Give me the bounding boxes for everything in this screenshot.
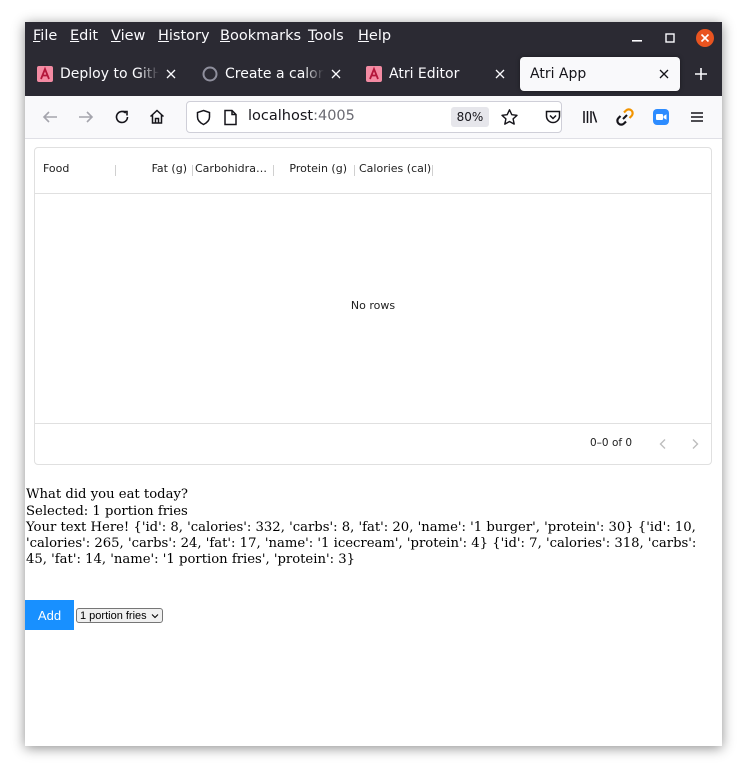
tab-strip: Deploy to GitHub Create a calorie: [25, 54, 722, 96]
window-close-icon[interactable]: [693, 22, 717, 54]
forward-arrow-icon[interactable]: [72, 103, 100, 131]
pocket-icon[interactable]: [539, 103, 567, 131]
navigation-toolbar: localhost:4005 80%: [25, 96, 722, 139]
link-extension-icon[interactable]: [611, 103, 639, 131]
shield-icon[interactable]: [195, 109, 212, 130]
tab-label: Atri Editor: [389, 66, 460, 82]
home-icon[interactable]: [143, 103, 171, 131]
atri-logo-icon: [37, 66, 53, 82]
maximize-icon[interactable]: [658, 22, 682, 54]
menu-help[interactable]: Help: [358, 28, 391, 44]
column-separator[interactable]: [273, 165, 274, 176]
menu-bookmarks[interactable]: Bookmarks: [220, 28, 301, 44]
add-button[interactable]: Add: [25, 600, 74, 630]
tab-close-icon[interactable]: [159, 62, 183, 86]
zoom-meeting-icon[interactable]: [647, 103, 675, 131]
atri-logo-icon: [366, 66, 382, 82]
column-separator[interactable]: [192, 165, 193, 176]
tab-label: Create a calorie: [225, 66, 324, 82]
grid-footer: 0–0 of 0: [35, 423, 711, 466]
github-icon: [202, 66, 218, 82]
reload-icon[interactable]: [108, 103, 136, 131]
url-bar[interactable]: localhost:4005 80%: [186, 101, 562, 133]
food-select-value: 1 portion fries: [80, 609, 147, 622]
tab-label: Deploy to GitHub: [60, 66, 159, 82]
tab-close-icon[interactable]: [324, 62, 348, 86]
minimize-icon[interactable]: [625, 22, 649, 54]
menu-history[interactable]: History: [158, 28, 210, 44]
tab-atri-editor[interactable]: Atri Editor: [356, 57, 516, 91]
column-header-carbohydrates[interactable]: Carbohidrates (g): [195, 162, 269, 175]
chevron-down-icon: [151, 613, 159, 619]
pagination-range: 0–0 of 0: [590, 437, 633, 449]
page-content: Food Fat (g) Carbohidrates (g) Protein (…: [25, 139, 722, 746]
new-tab-icon[interactable]: [689, 62, 713, 86]
zoom-level-badge[interactable]: 80%: [451, 107, 489, 127]
no-rows-message: No rows: [350, 299, 396, 312]
next-page-icon[interactable]: [685, 434, 705, 454]
menu-file[interactable]: File: [33, 28, 57, 44]
tab-close-icon[interactable]: [652, 62, 676, 86]
bookmark-star-icon[interactable]: [500, 108, 519, 131]
grid-header: Food Fat (g) Carbohidrates (g) Protein (…: [35, 148, 711, 194]
food-data-grid: Food Fat (g) Carbohidrates (g) Protein (…: [34, 147, 712, 465]
selected-text: Selected: 1 portion fries: [26, 504, 188, 519]
column-header-fat[interactable]: Fat (g): [121, 162, 187, 175]
page-icon[interactable]: [223, 109, 238, 130]
column-header-protein[interactable]: Protein (g): [279, 162, 347, 175]
column-header-calories[interactable]: Calories (cal): [359, 162, 433, 175]
menu-tools[interactable]: Tools: [308, 28, 344, 44]
column-separator[interactable]: [432, 165, 433, 176]
food-dump-text: Your text Here! {'id': 8, 'calories': 33…: [26, 520, 697, 567]
menu-bar: File Edit View History Bookmarks Tools H…: [25, 22, 722, 54]
column-separator[interactable]: [354, 165, 355, 176]
tab-create-a-calorie[interactable]: Create a calorie: [192, 57, 352, 91]
menu-view[interactable]: View: [111, 28, 145, 44]
tab-deploy-to-github[interactable]: Deploy to GitHub: [27, 57, 187, 91]
menu-edit[interactable]: Edit: [70, 28, 98, 44]
url-text[interactable]: localhost:4005: [248, 108, 355, 124]
back-arrow-icon[interactable]: [36, 103, 64, 131]
question-text: What did you eat today?: [26, 487, 188, 502]
hamburger-menu-icon[interactable]: [683, 103, 711, 131]
browser-window: File Edit View History Bookmarks Tools H…: [25, 22, 722, 746]
previous-page-icon[interactable]: [653, 434, 673, 454]
column-header-food[interactable]: Food: [43, 162, 113, 175]
tab-label: Atri App: [530, 66, 587, 82]
food-select[interactable]: 1 portion fries: [76, 608, 163, 623]
tab-atri-app[interactable]: Atri App: [520, 57, 680, 91]
column-separator[interactable]: [115, 165, 116, 176]
tab-close-icon[interactable]: [488, 62, 512, 86]
library-icon[interactable]: [576, 103, 604, 131]
